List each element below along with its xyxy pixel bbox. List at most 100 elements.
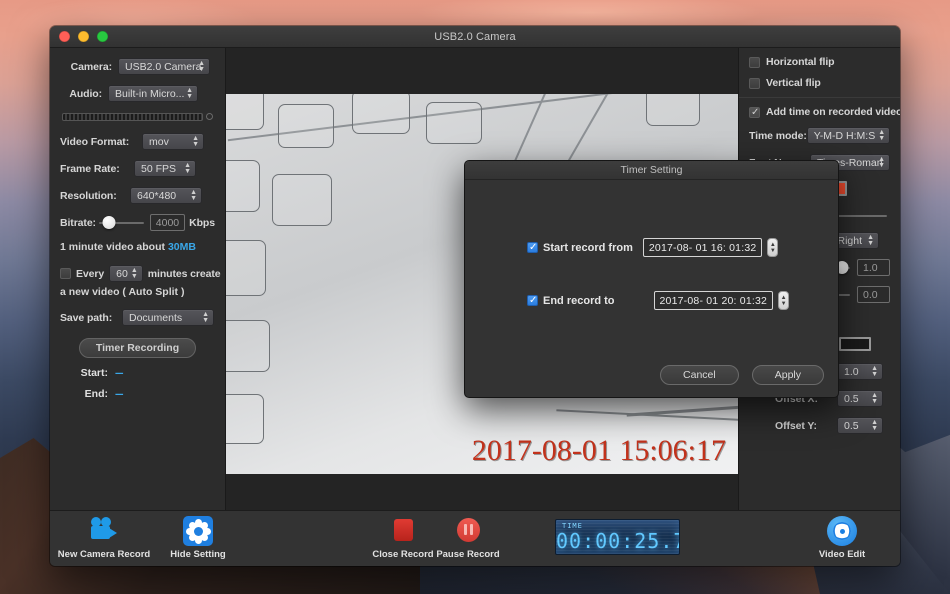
audio-label: Audio: xyxy=(69,87,102,100)
chevron-updown-icon: ▲ ▼ xyxy=(871,391,878,405)
chevron-updown-icon: ▲ ▼ xyxy=(867,233,874,247)
end-record-stepper[interactable]: ▲ ▼ xyxy=(778,291,790,310)
auto-split-tail-label: minutes create xyxy=(147,267,221,280)
audio-row: Audio: Built-in Micro... ▲ ▼ xyxy=(50,85,225,102)
preview-edge xyxy=(563,94,611,169)
auto-split-checkbox[interactable] xyxy=(60,268,71,279)
video-format-label: Video Format: xyxy=(60,135,130,148)
shadow-size-select[interactable]: 1.0 ▲ ▼ xyxy=(837,363,883,380)
audio-level-meter xyxy=(62,112,213,121)
audio-level-knob[interactable] xyxy=(206,113,213,120)
horizontal-flip-checkbox[interactable] xyxy=(749,56,760,68)
end-time-row: End: --- xyxy=(50,388,225,400)
save-path-select[interactable]: Documents ▲ ▼ xyxy=(122,309,214,326)
offset-y-select[interactable]: 0.5 ▲ ▼ xyxy=(837,417,883,434)
stepper-down-icon[interactable]: ▼ xyxy=(770,248,776,254)
point-y-value: 0.0 xyxy=(863,288,878,301)
new-camera-record-label: New Camera Record xyxy=(57,549,151,560)
end-label: End: xyxy=(84,388,108,400)
frame-rate-label: Frame Rate: xyxy=(60,162,120,175)
end-value: --- xyxy=(115,388,123,400)
start-record-checkbox[interactable] xyxy=(527,241,538,254)
video-edit-button[interactable]: Video Edit xyxy=(794,516,890,560)
camera-label: Camera: xyxy=(70,60,112,73)
end-record-value: 2017-08- 01 20: 01:32 xyxy=(659,294,768,307)
film-reel-icon xyxy=(827,516,857,546)
bitrate-slider-knob[interactable] xyxy=(102,216,116,229)
point-y-input[interactable]: 0.0 xyxy=(857,286,890,303)
video-format-value: mov xyxy=(149,135,169,148)
bitrate-slider[interactable] xyxy=(98,216,144,229)
auto-split-row: Every 60 ▲ ▼ minutes create xyxy=(50,265,225,282)
auto-split-every-label: Every xyxy=(76,267,105,280)
auto-split-minutes-select[interactable]: 60 ▲ ▼ xyxy=(109,265,143,282)
timer-elapsed-value: 00:00:25.70 xyxy=(556,529,679,553)
chevron-updown-icon: ▲ ▼ xyxy=(184,161,191,175)
preview-key xyxy=(646,94,700,126)
vertical-flip-checkbox[interactable] xyxy=(749,77,760,89)
start-record-label: Start record from xyxy=(543,241,633,254)
video-edit-label: Video Edit xyxy=(818,549,866,560)
preview-key xyxy=(278,104,334,148)
time-mode-row: Time mode: Y-M-D H:M:S ▲ ▼ xyxy=(739,127,900,144)
video-timestamp-overlay: 2017-08-01 15:06:17 xyxy=(471,434,726,467)
video-format-row: Video Format: mov ▲ ▼ xyxy=(50,133,225,150)
camera-select[interactable]: USB2.0 Camera ▲ ▼ xyxy=(118,58,210,75)
cancel-button[interactable]: Cancel xyxy=(660,365,739,385)
point-x-input[interactable]: 1.0 xyxy=(857,259,890,276)
preview-key xyxy=(352,94,410,134)
chevron-updown-icon: ▲ ▼ xyxy=(192,134,199,148)
camera-select-value: USB2.0 Camera xyxy=(125,60,202,73)
add-time-checkbox[interactable] xyxy=(749,106,760,119)
preview-key xyxy=(226,394,264,444)
auto-split-minutes-value: 60 xyxy=(116,267,128,280)
new-camera-record-button[interactable]: New Camera Record xyxy=(56,516,152,560)
offset-y-label: Offset Y: xyxy=(775,419,817,432)
chevron-updown-icon: ▲ ▼ xyxy=(871,364,878,378)
bitrate-unit: Kbps xyxy=(189,216,215,229)
shadow-color-swatch[interactable] xyxy=(839,337,871,351)
audio-select-value: Built-in Micro... xyxy=(115,87,185,100)
start-record-stepper[interactable]: ▲ ▼ xyxy=(767,238,779,257)
zoom-icon[interactable] xyxy=(97,31,108,42)
time-mode-select[interactable]: Y-M-D H:M:S ▲ ▼ xyxy=(806,127,891,144)
settings-sidebar: Camera: USB2.0 Camera ▲ ▼ Audio: Built-in… xyxy=(50,48,226,510)
offset-x-select[interactable]: 0.5 ▲ ▼ xyxy=(837,390,883,407)
bitrate-input[interactable]: 4000 xyxy=(149,214,186,231)
resolution-select[interactable]: 640*480 ▲ ▼ xyxy=(130,187,202,204)
end-record-datefield[interactable]: 2017-08- 01 20: 01:32 xyxy=(653,291,774,310)
apply-button[interactable]: Apply xyxy=(751,365,824,385)
offset-y-row: Offset Y: 0.5 ▲ ▼ xyxy=(739,417,900,434)
preview-key xyxy=(226,160,260,212)
video-format-select[interactable]: mov ▲ ▼ xyxy=(142,133,204,150)
estimate-prefix: 1 minute video about xyxy=(60,241,166,253)
chevron-updown-icon: ▲ ▼ xyxy=(202,310,209,324)
start-record-value: 2017-08- 01 16: 01:32 xyxy=(648,241,757,254)
dialog-buttons: Cancel Apply xyxy=(660,365,824,385)
save-path-label: Save path: xyxy=(60,311,113,324)
start-record-datefield[interactable]: 2017-08- 01 16: 01:32 xyxy=(642,238,763,257)
add-time-row: Add time on recorded video xyxy=(739,106,900,119)
close-icon[interactable] xyxy=(59,31,70,42)
frame-rate-select[interactable]: 50 FPS ▲ ▼ xyxy=(134,160,196,177)
bitrate-row: Bitrate: 4000 Kbps xyxy=(50,214,225,231)
minimize-icon[interactable] xyxy=(78,31,89,42)
timer-recording-button[interactable]: Timer Recording xyxy=(78,338,197,358)
offset-x-value: 0.5 xyxy=(844,392,859,405)
end-record-checkbox[interactable] xyxy=(527,294,538,307)
camera-row: Camera: USB2.0 Camera ▲ ▼ xyxy=(50,58,225,75)
preview-panel: 2017-08-01 15:06:17 Timer Setting Start … xyxy=(226,48,839,510)
preview-key xyxy=(226,94,264,130)
vertical-flip-label: Vertical flip xyxy=(766,77,821,89)
stepper-down-icon[interactable]: ▼ xyxy=(781,301,787,307)
window-controls[interactable] xyxy=(59,31,108,42)
bitrate-label: Bitrate: xyxy=(60,216,96,229)
camera-icon xyxy=(89,516,119,546)
estimate-note: 1 minute video about 30MB xyxy=(50,241,225,253)
add-time-label: Add time on recorded video xyxy=(766,106,900,118)
pause-record-button[interactable]: Pause Record xyxy=(420,516,516,560)
hide-setting-button[interactable]: Hide Setting xyxy=(150,516,246,560)
audio-level-bar xyxy=(62,112,203,121)
audio-select[interactable]: Built-in Micro... ▲ ▼ xyxy=(108,85,198,102)
horizontal-flip-row: Horizontal flip xyxy=(739,56,900,68)
